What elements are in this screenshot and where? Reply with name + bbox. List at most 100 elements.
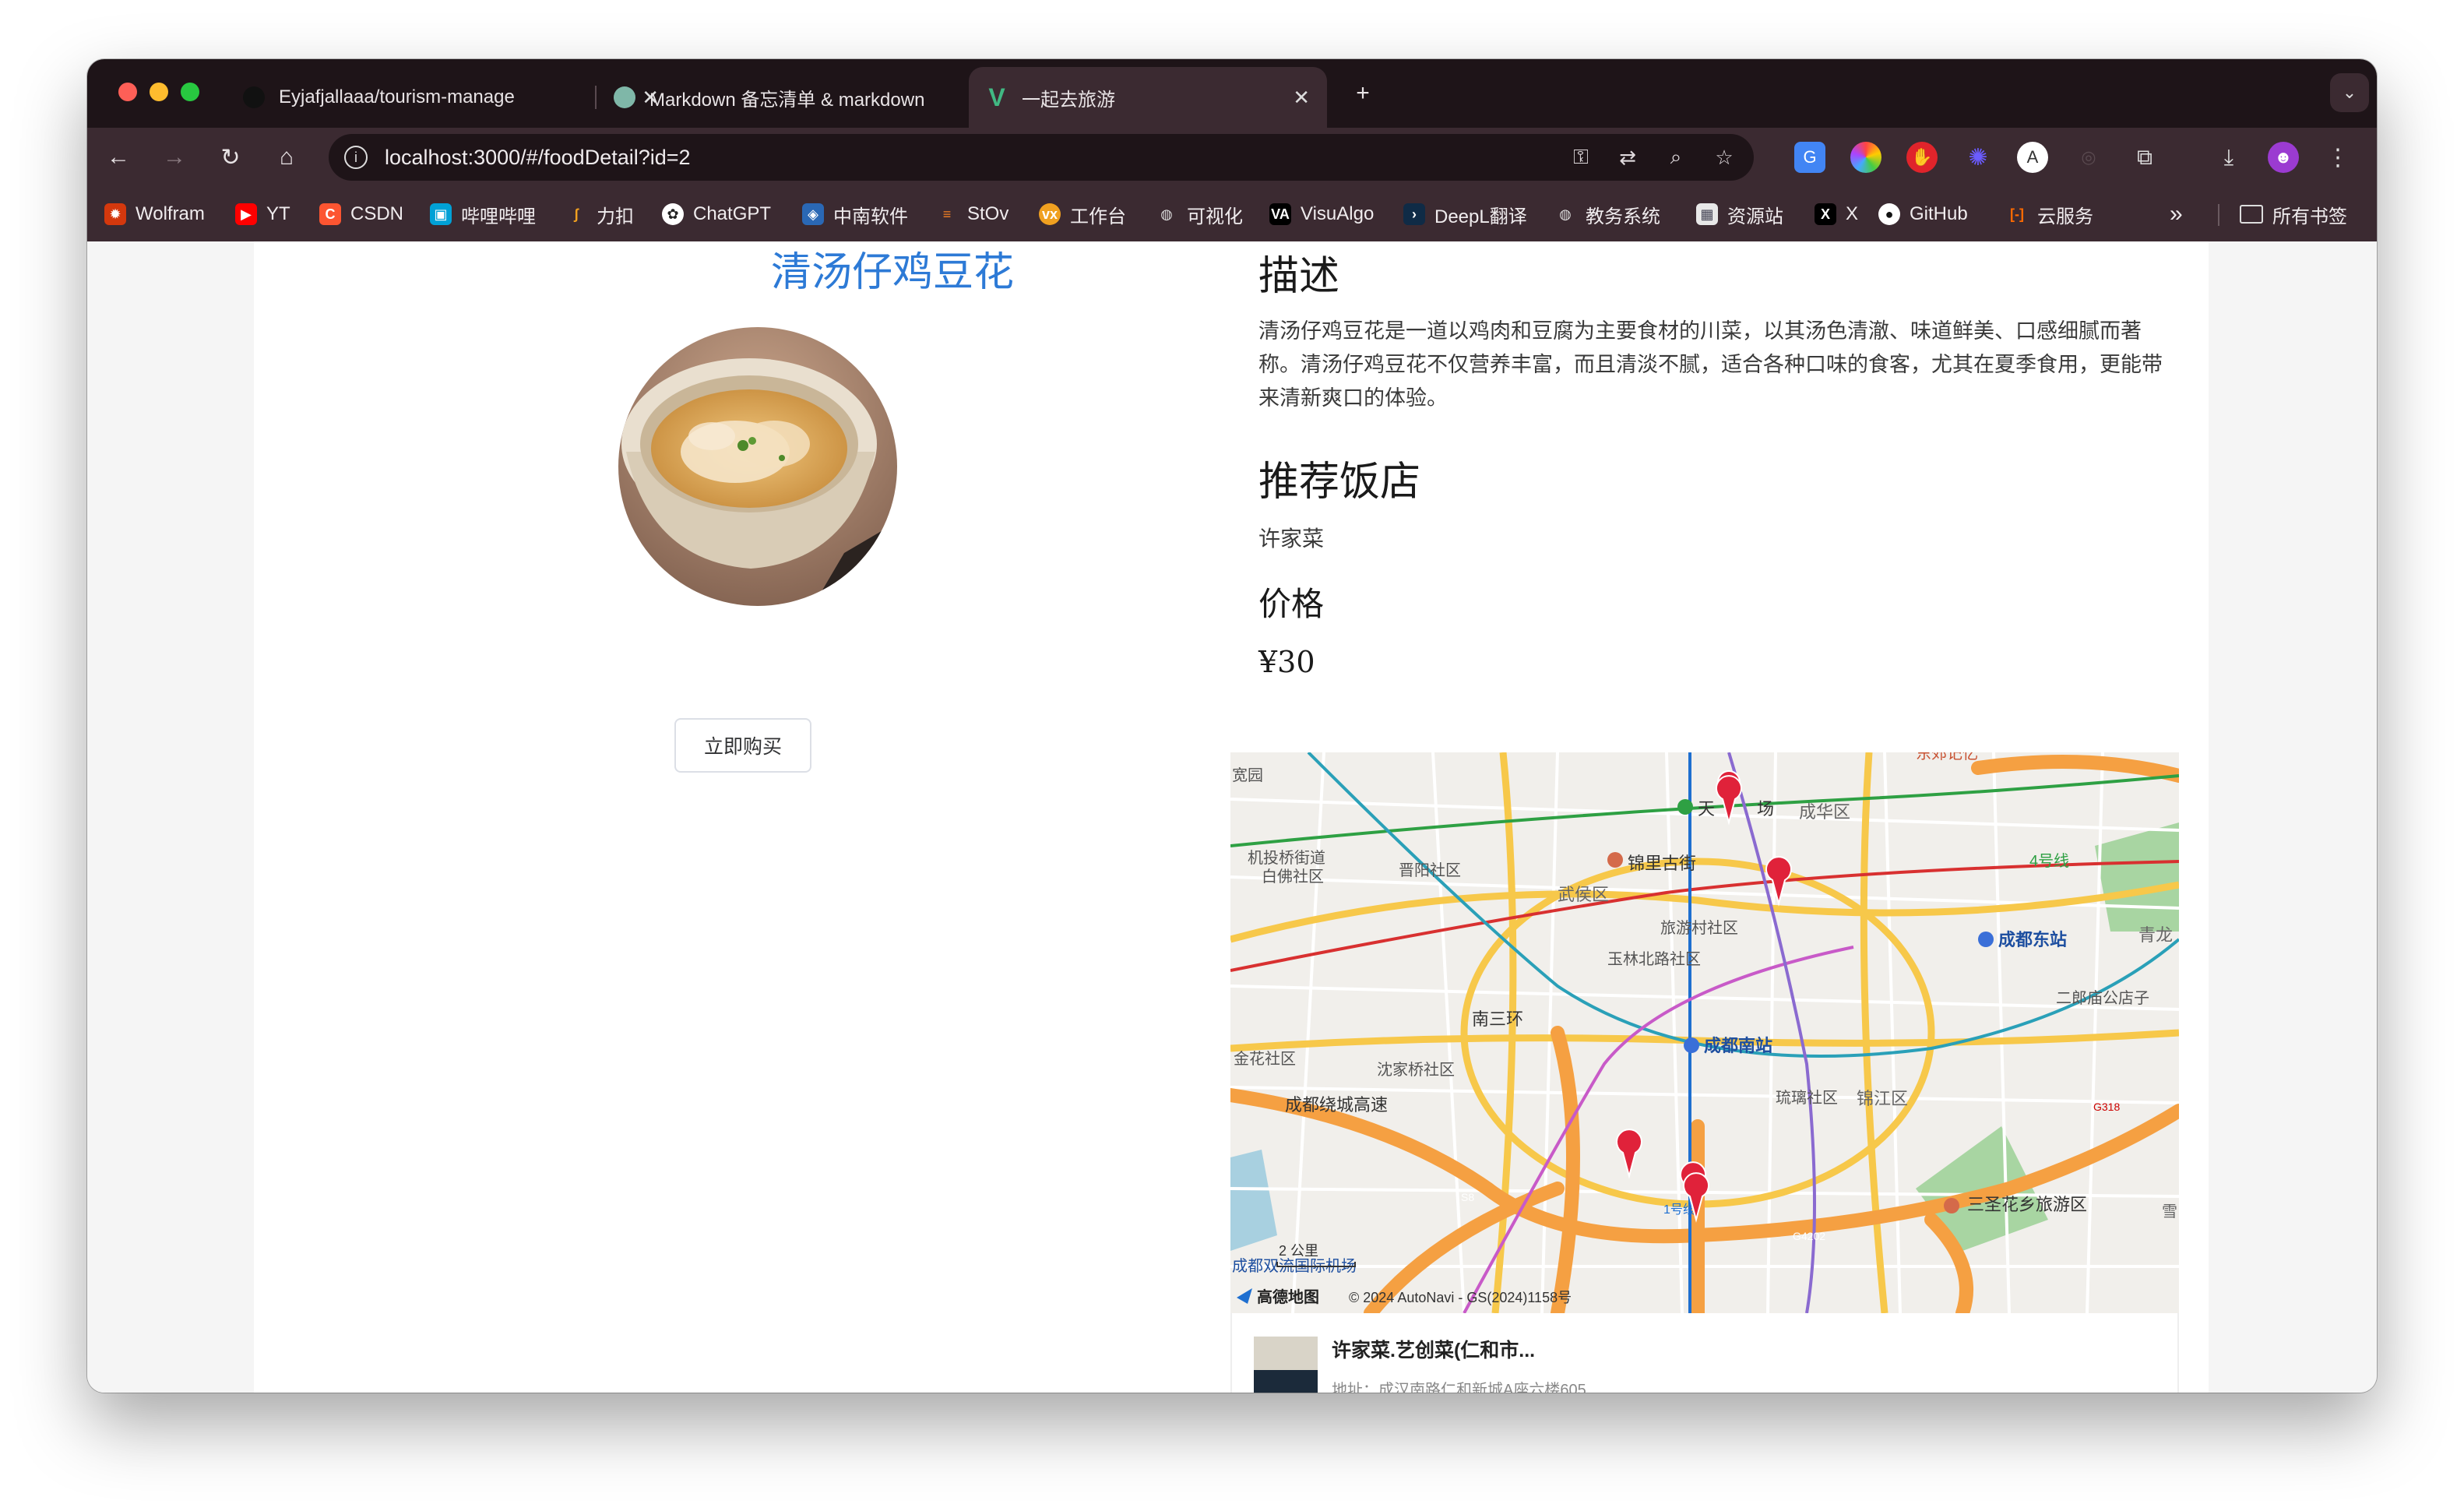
landmark-icon <box>1607 852 1623 868</box>
map-label: 天 <box>1698 799 1715 819</box>
bookmark-label: ChatGPT <box>693 203 772 224</box>
bookmark-csdn[interactable]: C CSDN <box>319 199 403 229</box>
page-viewport: 清汤仔鸡豆花 立即购买 描述 清汤仔鸡豆花是一道以鸡肉和豆腐为主要食材的川菜，以… <box>87 241 2377 1393</box>
sparkle-extension-icon[interactable]: ✺ <box>1962 142 1994 173</box>
bookmark-label: CSDN <box>350 203 404 224</box>
description-heading: 描述 <box>1258 253 1340 300</box>
amap-brand: 高德地图 <box>1257 1287 1319 1306</box>
folder-icon <box>2240 205 2263 224</box>
bookmark-cloud-services[interactable]: [-] 云服务 <box>2006 199 2093 229</box>
bookmark-label: 云服务 <box>2037 206 2093 227</box>
menu-kebab-icon[interactable]: ⋮ <box>2322 142 2353 173</box>
bookmark-chatgpt[interactable]: ✿ ChatGPT <box>662 199 771 229</box>
bookmark-resources[interactable]: ▦ 资源站 <box>1696 199 1783 229</box>
bookmark-workspace[interactable]: vx 工作台 <box>1039 199 1126 229</box>
bookmark-label: 可视化 <box>1187 206 1243 227</box>
map-label: 锦江区 <box>1857 1089 1908 1108</box>
tab-search-icon[interactable]: ⌄ <box>2330 73 2369 112</box>
restaurant-name: 许家菜 <box>1258 527 1325 551</box>
a-extension-icon[interactable]: A <box>2017 142 2048 173</box>
bookmark-label: 所有书签 <box>2272 206 2347 227</box>
bookmark-wolfram[interactable]: ✹ Wolfram <box>104 199 205 229</box>
map-label: 东郊记忆 <box>1916 752 1978 763</box>
station-icon <box>1677 799 1693 815</box>
bookmark-academic-system[interactable]: ◍ 教务系统 <box>1554 199 1660 229</box>
result-address: 地址：成汉南路仁和新城A座六楼605 <box>1332 1382 1586 1393</box>
puzzle-extensions-icon[interactable]: ⧉ <box>2129 142 2160 173</box>
map-label: 二郎庙公店子 <box>2056 989 2149 1007</box>
minimize-window-button[interactable] <box>150 83 168 101</box>
map-label: 成都东站 <box>1998 930 2067 949</box>
map-label: 旅游村社区 <box>1660 919 1738 937</box>
bookmark-leetcode[interactable]: ʃ 力扣 <box>565 199 634 229</box>
bookmark-github[interactable]: ● GitHub <box>1878 199 1968 229</box>
map-label: 雪 <box>2162 1203 2177 1220</box>
restaurant-map[interactable]: 宽园 东郊记忆 天 场 成华区 机投桥街道 白佛社区 晋阳社区 锦里古街 武侯区… <box>1230 752 2179 1313</box>
bookmark-csu-software[interactable]: ◈ 中南软件 <box>802 199 908 229</box>
bookmark-x[interactable]: XX <box>1815 199 1858 229</box>
bookmark-deepl[interactable]: › DeepL翻译 <box>1403 199 1527 229</box>
close-window-button[interactable] <box>118 83 137 101</box>
map-label: 青龙 <box>2138 925 2173 945</box>
site-info-icon[interactable]: i <box>344 146 368 169</box>
all-bookmarks-folder[interactable]: 所有书签 <box>2240 199 2347 229</box>
disabled-extension-icon[interactable]: ◎ <box>2073 142 2104 173</box>
buy-now-button[interactable]: 立即购买 <box>674 718 811 773</box>
bookmark-visualization[interactable]: ◍ 可视化 <box>1156 199 1243 229</box>
map-canvas[interactable]: 宽园 东郊记忆 天 场 成华区 机投桥街道 白佛社区 晋阳社区 锦里古街 武侯区… <box>1230 752 2179 1313</box>
hand-extension-icon[interactable]: ✋ <box>1906 142 1938 173</box>
tab-tourism[interactable]: V 一起去旅游 ✕ <box>969 67 1327 128</box>
deepl-icon: › <box>1403 203 1425 225</box>
forward-icon[interactable]: → <box>157 140 192 174</box>
back-icon[interactable]: ← <box>101 140 136 174</box>
map-label: 三圣花乡旅游区 <box>1967 1195 2087 1214</box>
zoom-icon[interactable]: ⌕ <box>1662 143 1690 171</box>
metro-label: 1号线 <box>1663 1203 1695 1217</box>
maximize-window-button[interactable] <box>181 83 199 101</box>
csdn-icon: C <box>319 203 341 225</box>
bookmark-visualgo[interactable]: VA VisuAlgo <box>1269 199 1374 229</box>
csu-icon: ◈ <box>802 203 824 225</box>
globe-icon: ◍ <box>1160 206 1173 222</box>
toolbar: ← → ↻ ⌂ i localhost:3000/#/foodDetail?id… <box>87 128 2377 187</box>
bookmark-stackoverflow[interactable]: ≡ StOv <box>936 199 1009 229</box>
map-result-item[interactable]: 许家菜.艺创菜(仁和市... 地址：成汉南路仁和新城A座六楼605 <box>1230 1313 2179 1393</box>
profile-avatar-icon[interactable]: ☻ <box>2268 142 2299 173</box>
bookmark-label: StOv <box>967 203 1009 224</box>
tab-title: Eyjafjallaaa/tourism-manage <box>279 86 515 107</box>
color-extension-icon[interactable] <box>1850 142 1881 173</box>
map-label: 金花社区 <box>1234 1050 1296 1068</box>
tab-strip: Eyjafjallaaa/tourism-manage ✕ Markdown 备… <box>87 59 2377 128</box>
home-icon[interactable]: ⌂ <box>269 140 304 174</box>
more-bookmarks-button[interactable]: » <box>2170 199 2183 229</box>
map-label: 锦里古街 <box>1628 854 1696 873</box>
chatgpt-icon: ✿ <box>662 203 684 225</box>
map-label: 成华区 <box>1799 802 1850 822</box>
vue-icon: V <box>988 83 1005 111</box>
map-label: 琉璃社区 <box>1776 1089 1838 1107</box>
close-tab-icon[interactable]: ✕ <box>1293 86 1310 110</box>
download-icon[interactable]: ⤓ <box>2213 142 2244 173</box>
bookmark-bilibili[interactable]: ▣ 哔哩哔哩 <box>430 199 536 229</box>
password-key-icon[interactable]: ⚿ <box>1567 143 1595 171</box>
address-bar[interactable]: i localhost:3000/#/foodDetail?id=2 ⚿ ⇄ ⌕… <box>329 134 1754 181</box>
cloud-icon: [-] <box>2010 206 2024 222</box>
map-label: 4号线 <box>2029 852 2069 870</box>
road-badge: S8 <box>1461 1191 1474 1203</box>
bookmark-star-icon[interactable]: ☆ <box>1710 143 1738 171</box>
bookmark-yt[interactable]: ▶ YT <box>235 199 290 229</box>
map-label: 白佛社区 <box>1262 868 1324 886</box>
map-label: 晋阳社区 <box>1399 861 1461 879</box>
restaurant-heading: 推荐饭店 <box>1258 459 1421 505</box>
landmark-icon <box>1944 1198 1959 1213</box>
visualgo-icon: VA <box>1269 203 1291 225</box>
markdown-icon <box>614 86 635 108</box>
reload-icon[interactable]: ↻ <box>213 140 248 174</box>
new-tab-icon[interactable]: + <box>1346 76 1380 111</box>
bookmark-label: 工作台 <box>1070 206 1126 227</box>
translate-icon[interactable]: ⇄ <box>1614 143 1642 171</box>
tab-title: 一起去旅游 <box>1022 89 1115 111</box>
map-label: 机投桥街道 <box>1248 849 1325 867</box>
google-translate-extension-icon[interactable]: G <box>1794 142 1825 173</box>
chevron-double-icon: » <box>2170 201 2183 227</box>
